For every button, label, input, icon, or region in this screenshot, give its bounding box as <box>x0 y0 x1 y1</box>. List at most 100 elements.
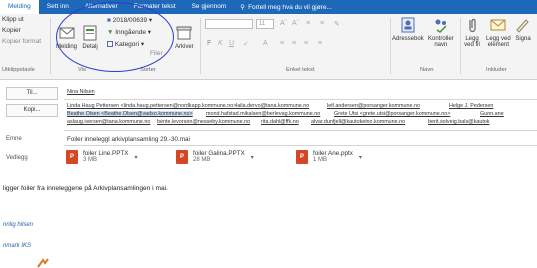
archive-icon <box>176 26 192 40</box>
incoming-icon: ▼ <box>107 29 114 36</box>
shrink-font-button[interactable]: Aˇ <box>292 20 299 27</box>
bullets-button[interactable]: ≡ <box>306 20 310 27</box>
tab-alternativer[interactable]: Alternativer <box>77 0 126 14</box>
recipient[interactable]: Helge J. Pedersen <box>449 103 493 109</box>
bold-button[interactable]: F <box>207 40 211 47</box>
subject-field[interactable]: Foiler inneleggl arkivplansamling 29.-30… <box>64 133 537 146</box>
signature-icon <box>516 19 529 33</box>
attach-item-label-2: element <box>487 42 510 48</box>
recipient-nina[interactable]: Nina Nilsen <box>67 89 95 95</box>
tell-me-text: Fortell meg hva du vil gjøre... <box>248 3 332 11</box>
attachment-item[interactable]: P foiler Line.PPTX 3 MB ▾ <box>66 150 138 164</box>
body-text[interactable]: ligger foiler fra inneleggene på Arkivpl… <box>3 185 168 192</box>
ribbon-tab-bar: Melding Sett inn Alternativer Formater t… <box>0 0 537 14</box>
to-button[interactable]: Til... <box>6 87 58 100</box>
folder-value: 2018/00639 <box>112 17 148 24</box>
basic-text-group-label: Enkel tekst <box>286 67 315 73</box>
filer-button[interactable]: Filer <box>150 50 163 57</box>
recipient[interactable]: mond.hafstad.mikalsen@berlevag.kommune.n… <box>206 111 320 117</box>
names-group-label: Navn <box>420 67 434 73</box>
signature-greeting: nnlig hilsen <box>3 222 34 228</box>
attachment-size: 3 MB <box>83 157 98 163</box>
align-right-button[interactable]: ≡ <box>304 40 308 47</box>
format-painter-button[interactable]: Kopier format <box>2 38 41 45</box>
envelope-attach-icon <box>490 19 506 31</box>
indent-button[interactable]: ≡ <box>318 40 322 47</box>
recipient[interactable]: Grete Utsi <grete.utsi@porsanger.kommune… <box>334 111 450 117</box>
checkbox-icon <box>107 41 113 48</box>
align-center-button[interactable]: ≡ <box>292 40 296 47</box>
signature-label: Signa <box>515 36 531 42</box>
address-book-button[interactable]: Adressebok <box>392 16 424 42</box>
chevron-down-icon: ▾ <box>148 17 153 24</box>
recipient[interactable]: rita.dahl@ffk.no <box>261 119 299 125</box>
envelope-icon <box>59 27 74 39</box>
folder-selector[interactable]: ■ 2018/00639 ▾ <box>107 16 152 24</box>
tab-melding[interactable]: Melding <box>0 0 39 14</box>
attachment-name: foiler Ane.pptx <box>313 150 353 157</box>
chevron-down-icon: ▾ <box>140 41 145 48</box>
folder-icon: ■ <box>107 17 111 24</box>
tab-se-gjennom[interactable]: Se gjennom <box>184 0 235 14</box>
category-button[interactable]: Kategori ▾ <box>107 40 144 48</box>
align-left-button[interactable]: ≡ <box>280 40 284 47</box>
recipient[interactable]: Gunn.ane <box>480 111 504 117</box>
clear-format-button[interactable]: ✎ <box>334 20 340 28</box>
attachment-item[interactable]: P foiler Ane.pptx 1 MB ▾ <box>296 150 362 164</box>
chevron-down-icon[interactable]: ▾ <box>359 154 362 161</box>
tell-me-box[interactable]: ⚲ Fortell meg hva du vil gjøre... <box>240 3 332 12</box>
to-field[interactable]: Nina Nilsen <box>64 86 537 100</box>
attach-file-label-2: ved fil <box>464 42 480 48</box>
font-name-combo[interactable] <box>205 19 253 29</box>
attachment-size: 28 MB <box>193 157 211 163</box>
chevron-down-icon: ▾ <box>147 29 152 36</box>
attachment-name: foiler Galina.PPTX <box>193 150 245 157</box>
check-names-icon <box>435 19 447 33</box>
vis-group-label: Vis <box>78 67 86 73</box>
highlight-button[interactable]: ✓ <box>243 40 249 48</box>
include-group-label: Inkluder <box>486 67 507 73</box>
powerpoint-icon: P <box>66 150 78 164</box>
recipient[interactable]: bente.levorsen@nesseby.kommune.no <box>157 119 250 125</box>
recipient[interactable]: leif.andersen@porsanger.kommune.no <box>327 103 420 109</box>
cc-button[interactable]: Kopi... <box>6 104 58 117</box>
font-color-button[interactable]: A <box>263 40 268 47</box>
tab-sett-inn[interactable]: Sett inn <box>39 0 77 14</box>
recipient[interactable]: Linda Haug Pettersen <linda.haug.petters… <box>67 103 236 109</box>
recipient[interactable]: berit.solveig.bals@kautok <box>428 119 490 125</box>
attachment-name: foiler Line.PPTX <box>83 150 129 157</box>
attachment-item[interactable]: P foiler Galina.PPTX 28 MB ▾ <box>176 150 254 164</box>
category-label: Kategori <box>114 41 140 48</box>
recipient[interactable]: aslaug.iversen@tana.kommune.no <box>67 119 150 125</box>
grow-font-button[interactable]: Aˆ <box>280 20 287 27</box>
recipient[interactable]: laila.dervo@tana.kommune.no <box>236 103 309 109</box>
attach-item-button[interactable]: Legg ved element <box>486 16 511 48</box>
divider <box>200 18 201 74</box>
signature-button[interactable]: Signa <box>514 16 532 42</box>
cut-button[interactable]: Klipp ut <box>2 16 24 23</box>
chevron-down-icon[interactable]: ▾ <box>135 154 138 161</box>
check-names-button[interactable]: Kontroller navn <box>428 16 454 48</box>
signature-org: nmark IKS <box>3 243 32 249</box>
attach-file-button[interactable]: Legg ved fil <box>463 16 481 48</box>
recipient-selected[interactable]: Beathe Olsen <Beathe.Olsen@vadso.kommune… <box>67 111 193 117</box>
copy-button[interactable]: Kopier <box>2 27 21 34</box>
detail-icon <box>83 25 97 41</box>
recipient[interactable]: alvar.dunfjell@kautokeino.kommune.no <box>311 119 405 125</box>
chevron-down-icon[interactable]: ▾ <box>251 154 254 161</box>
tab-formater-tekst[interactable]: Formater tekst <box>126 0 184 14</box>
incoming-button[interactable]: ▼ Inngående ▾ <box>107 28 151 36</box>
melding-view-button[interactable]: Melding <box>56 24 77 50</box>
arkiver-button[interactable]: Arkiver <box>175 24 194 50</box>
font-size-combo[interactable]: 11 <box>256 19 274 29</box>
underline-button[interactable]: U <box>229 40 234 47</box>
detalj-view-label: Detalj <box>82 44 98 50</box>
address-book-label: Adressebok <box>392 36 424 42</box>
numbering-button[interactable]: ≡ <box>320 20 324 27</box>
italic-button[interactable]: K <box>218 40 223 47</box>
cc-field[interactable]: Linda Haug Pettersen <linda.haug.petters… <box>64 101 537 131</box>
attachment-size: 1 MB <box>313 157 328 163</box>
sorter-group-label: Sorter <box>140 67 156 73</box>
detalj-view-button[interactable]: Detalj <box>81 24 99 50</box>
subject-value[interactable]: Foiler inneleggl arkivplansamling 29.-30… <box>67 136 190 143</box>
